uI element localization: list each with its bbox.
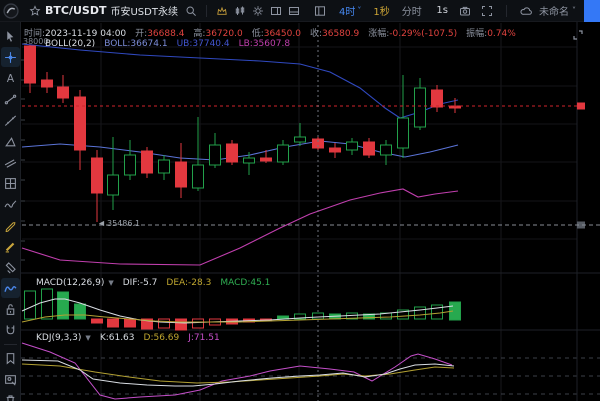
macd-value: MACD:45.1 (220, 278, 271, 288)
eraser-tool[interactable] (1, 257, 20, 277)
parallel-tool[interactable] (1, 152, 20, 172)
bookmark-tool[interactable] (1, 348, 20, 368)
workspace-name-button[interactable]: 未命名 ˅ (539, 3, 576, 18)
panel-right-icon[interactable] (267, 2, 285, 20)
search-icon[interactable] (182, 2, 200, 20)
macd-indicator-name[interactable]: MACD(12,26,9) (36, 278, 104, 288)
snapshot-tool[interactable] (1, 369, 20, 389)
timeframe-4h-button[interactable]: 4时 ˅ (339, 3, 361, 18)
crosshair-price-label: 35486.1 (98, 219, 140, 228)
cloud-icon[interactable] (517, 2, 535, 20)
j-value: J:71.51 (188, 333, 220, 343)
toolbar-divider (3, 344, 17, 345)
expand-pane-icon[interactable] (571, 27, 585, 41)
open-value: 36688.4 (147, 29, 185, 39)
app-logo-icon[interactable] (3, 2, 19, 19)
timeframe-1s-button[interactable]: 1秒 (373, 3, 389, 18)
tag-icon (98, 220, 105, 227)
gear-icon[interactable] (249, 2, 267, 20)
indicator-chart-icon[interactable] (231, 2, 249, 20)
top-bar: BTC/USDT 币安USDT永续 4时 ˅ 1秒 分时 1s 未命名 ˅ (0, 0, 600, 22)
marker-tool[interactable] (1, 236, 20, 256)
ohlc-info-row: 时间:2023-11-19 04:00 开:36688.4 高:36720.0 … (24, 29, 516, 39)
amplitude-value: 0.74% (487, 29, 516, 39)
pencil-tool[interactable] (1, 215, 20, 235)
chevron-down-icon[interactable]: ▼ (85, 334, 90, 342)
close-value: 36580.9 (322, 29, 360, 39)
low-value: 36450.0 (263, 29, 301, 39)
shape-tool[interactable] (1, 131, 20, 151)
trading-app: BTC/USDT 币安USDT永续 4时 ˅ 1秒 分时 1s 未命名 ˅ A 时间… (0, 0, 600, 401)
text-tool[interactable]: A (1, 68, 20, 88)
kdj-legend-row: KDJ(9,3,3) ▼ K:61.63 D:56.69 J:71.51 (36, 333, 220, 343)
symbol-title[interactable]: BTC/USDT (45, 4, 106, 17)
segment-tool[interactable] (1, 89, 20, 109)
market-title[interactable]: 币安USDT永续 (110, 3, 177, 18)
boll-legend-row: BOLL(20,2) BOLL:36674.1 UB:37740.4 LB:35… (45, 39, 290, 49)
side-panel-toggle[interactable] (584, 0, 600, 22)
fullscreen-icon[interactable] (478, 2, 496, 20)
magnet-tool[interactable] (1, 320, 20, 340)
camera-icon[interactable] (456, 2, 474, 20)
brush-tool[interactable] (0, 278, 20, 298)
chevron-down-icon[interactable]: ▼ (108, 279, 113, 287)
crosshair-tool[interactable] (0, 47, 20, 67)
cursor-tool[interactable] (1, 26, 20, 46)
lock-tool[interactable] (1, 299, 20, 319)
grid-tool[interactable] (1, 173, 20, 193)
k-value: K:61.63 (99, 333, 135, 343)
dif-value: DIF:-5.7 (122, 278, 158, 288)
panel-bottom-icon[interactable] (285, 2, 303, 20)
boll-indicator-name[interactable]: BOLL(20,2) (45, 39, 95, 49)
dea-value: DEA:-28.3 (166, 278, 212, 288)
favorite-star-icon[interactable] (26, 2, 44, 20)
change-value: -0.29%(-107.5) (389, 29, 458, 39)
boll-ub-value: UB:37740.4 (176, 39, 230, 49)
wave-tool[interactable] (1, 194, 20, 214)
svg-text:A: A (6, 72, 14, 85)
drawing-toolbar: A (0, 22, 21, 401)
layout-icon[interactable] (311, 2, 329, 20)
crown-icon[interactable] (213, 2, 231, 20)
boll-lb-value: LB:35607.8 (238, 39, 291, 49)
d-value: D:56.69 (143, 333, 180, 343)
boll-mid-value: BOLL:36674.1 (104, 39, 168, 49)
macd-legend-row: MACD(12,26,9) ▼ DIF:-5.7 DEA:-28.3 MACD:… (36, 278, 270, 288)
divider (506, 4, 507, 17)
kdj-indicator-name[interactable]: KDJ(9,3,3) (36, 333, 81, 343)
resolution-label[interactable]: 1s (436, 5, 448, 16)
trash-tool[interactable] (1, 390, 20, 401)
divider (205, 4, 207, 17)
high-value: 36720.0 (205, 29, 243, 39)
trendline-tool[interactable] (1, 110, 20, 130)
bar-time: 2023-11-19 04:00 (45, 29, 127, 39)
timeframe-minute-button[interactable]: 分时 (402, 3, 422, 18)
